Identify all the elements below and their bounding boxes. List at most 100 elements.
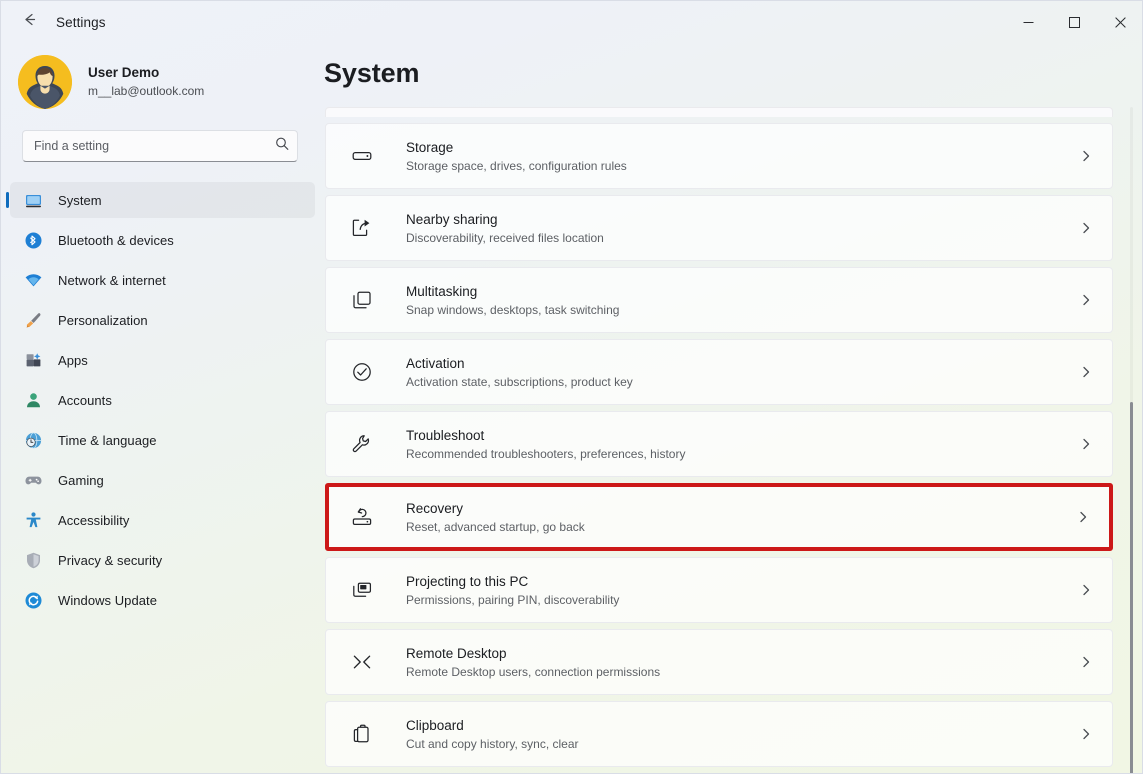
settings-list: Storage Storage space, drives, configura… xyxy=(320,107,1143,774)
chevron-right-icon xyxy=(1078,436,1094,452)
sidebar-item-label: Privacy & security xyxy=(58,553,162,568)
settings-card-storage[interactable]: Storage Storage space, drives, configura… xyxy=(325,123,1113,189)
card-subtitle: Remote Desktop users, connection permiss… xyxy=(406,664,660,681)
card-text: Multitasking Snap windows, desktops, tas… xyxy=(406,282,619,319)
accessibility-icon xyxy=(22,509,44,531)
chevron-right-icon xyxy=(1078,292,1094,308)
chevron-right-icon xyxy=(1075,509,1091,525)
sidebar-item-time-language[interactable]: Time & language xyxy=(10,422,315,458)
settings-card-remote-desktop[interactable]: Remote Desktop Remote Desktop users, con… xyxy=(325,629,1113,695)
card-title: Multitasking xyxy=(406,282,619,301)
sidebar-item-label: Accounts xyxy=(58,393,112,408)
bluetooth-icon xyxy=(22,229,44,251)
sidebar-item-label: Windows Update xyxy=(58,593,157,608)
account-name: User Demo xyxy=(88,64,204,82)
apps-icon xyxy=(22,349,44,371)
page-title: System xyxy=(320,44,1143,89)
sidebar-item-label: Personalization xyxy=(58,313,148,328)
back-button[interactable] xyxy=(12,7,46,37)
sidebar-item-label: Accessibility xyxy=(58,513,129,528)
person-icon xyxy=(22,389,44,411)
card-title: Recovery xyxy=(406,499,585,518)
recovery-icon xyxy=(350,505,374,529)
multitasking-icon xyxy=(350,288,374,312)
gamepad-icon xyxy=(22,469,44,491)
card-title: Troubleshoot xyxy=(406,426,685,445)
sidebar-item-apps[interactable]: Apps xyxy=(10,342,315,378)
sidebar-item-accounts[interactable]: Accounts xyxy=(10,382,315,418)
chevron-right-icon xyxy=(1078,148,1094,164)
sidebar-item-privacy-security[interactable]: Privacy & security xyxy=(10,542,315,578)
card-subtitle: Discoverability, received files location xyxy=(406,230,604,247)
paintbrush-icon xyxy=(22,309,44,331)
card-title: Projecting to this PC xyxy=(406,572,619,591)
storage-drive-icon xyxy=(350,144,374,168)
card-text: Projecting to this PC Permissions, pairi… xyxy=(406,572,619,609)
scrollbar-thumb[interactable] xyxy=(1130,402,1133,774)
back-arrow-icon xyxy=(21,11,38,33)
sidebar-item-bluetooth-devices[interactable]: Bluetooth & devices xyxy=(10,222,315,258)
sidebar-item-windows-update[interactable]: Windows Update xyxy=(10,582,315,618)
sidebar-item-system[interactable]: System xyxy=(10,182,315,218)
settings-list-viewport: Storage Storage space, drives, configura… xyxy=(320,107,1143,774)
wrench-icon xyxy=(350,432,374,456)
card-title: Storage xyxy=(406,138,627,157)
title-bar: Settings xyxy=(0,0,1143,44)
card-title: Clipboard xyxy=(406,716,579,735)
sidebar-item-network-internet[interactable]: Network & internet xyxy=(10,262,315,298)
sidebar-item-label: Network & internet xyxy=(58,273,166,288)
minimize-button[interactable] xyxy=(1005,0,1051,44)
card-subtitle: Activation state, subscriptions, product… xyxy=(406,374,633,391)
settings-card-projecting-to-this-pc[interactable]: Projecting to this PC Permissions, pairi… xyxy=(325,557,1113,623)
card-subtitle: Recommended troubleshooters, preferences… xyxy=(406,446,685,463)
card-subtitle: Cut and copy history, sync, clear xyxy=(406,736,579,753)
settings-card-clipboard[interactable]: Clipboard Cut and copy history, sync, cl… xyxy=(325,701,1113,767)
monitor-icon xyxy=(22,189,44,211)
sidebar-item-accessibility[interactable]: Accessibility xyxy=(10,502,315,538)
minimize-icon xyxy=(1023,17,1034,28)
card-text: Activation Activation state, subscriptio… xyxy=(406,354,633,391)
sidebar-item-personalization[interactable]: Personalization xyxy=(10,302,315,338)
shield-icon xyxy=(22,549,44,571)
chevron-right-icon xyxy=(1078,582,1094,598)
card-text: Recovery Reset, advanced startup, go bac… xyxy=(406,499,585,536)
clipboard-icon xyxy=(350,722,374,746)
settings-card-multitasking[interactable]: Multitasking Snap windows, desktops, tas… xyxy=(325,267,1113,333)
maximize-button[interactable] xyxy=(1051,0,1097,44)
search-input[interactable] xyxy=(22,130,298,162)
close-icon xyxy=(1115,17,1126,28)
settings-card-recovery[interactable]: Recovery Reset, advanced startup, go bac… xyxy=(325,483,1113,551)
window-controls xyxy=(1005,0,1143,44)
sidebar-item-label: Apps xyxy=(58,353,88,368)
maximize-icon xyxy=(1069,17,1080,28)
sidebar-item-label: System xyxy=(58,193,102,208)
sidebar-item-gaming[interactable]: Gaming xyxy=(10,462,315,498)
close-button[interactable] xyxy=(1097,0,1143,44)
vertical-scrollbar[interactable] xyxy=(1125,107,1137,774)
card-title: Nearby sharing xyxy=(406,210,604,229)
sidebar-nav: System Bluetooth & devices xyxy=(0,182,320,618)
card-subtitle: Snap windows, desktops, task switching xyxy=(406,302,619,319)
settings-card-activation[interactable]: Activation Activation state, subscriptio… xyxy=(325,339,1113,405)
account-section[interactable]: User Demo m__lab@outlook.com xyxy=(0,44,320,116)
sidebar-item-label: Bluetooth & devices xyxy=(58,233,174,248)
settings-card-nearby-sharing[interactable]: Nearby sharing Discoverability, received… xyxy=(325,195,1113,261)
account-email: m__lab@outlook.com xyxy=(88,83,204,100)
card-title: Activation xyxy=(406,354,633,373)
card-text: Remote Desktop Remote Desktop users, con… xyxy=(406,644,660,681)
card-title: Remote Desktop xyxy=(406,644,660,663)
update-icon xyxy=(22,589,44,611)
nearby-share-icon xyxy=(350,216,374,240)
card-text: Nearby sharing Discoverability, received… xyxy=(406,210,604,247)
chevron-right-icon xyxy=(1078,220,1094,236)
settings-window: Settings xyxy=(0,0,1143,774)
check-circle-icon xyxy=(350,360,374,384)
clock-globe-icon xyxy=(22,429,44,451)
chevron-right-icon xyxy=(1078,654,1094,670)
card-subtitle: Permissions, pairing PIN, discoverabilit… xyxy=(406,592,619,609)
settings-card-troubleshoot[interactable]: Troubleshoot Recommended troubleshooters… xyxy=(325,411,1113,477)
chevron-right-icon xyxy=(1078,726,1094,742)
wifi-icon xyxy=(22,269,44,291)
search-container xyxy=(22,130,298,162)
chevron-right-icon xyxy=(1078,364,1094,380)
